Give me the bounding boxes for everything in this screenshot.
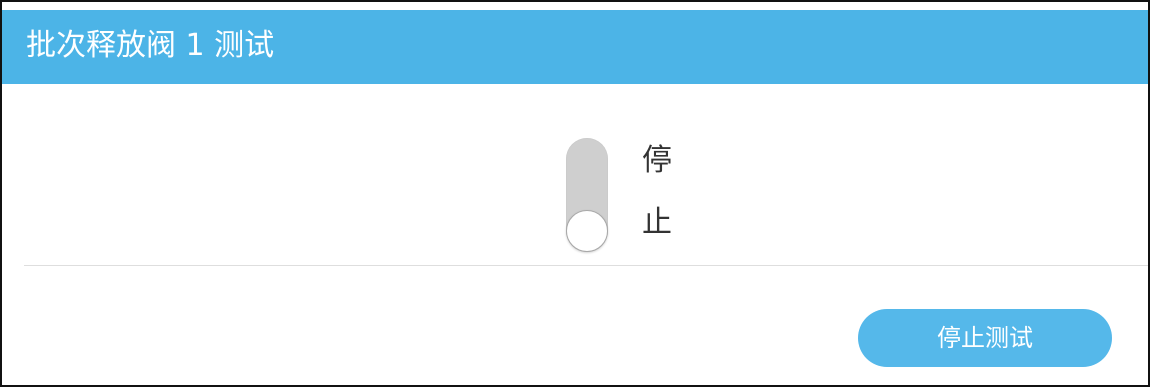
dialog-title: 批次释放阀 1 测试 — [26, 28, 275, 63]
toggle-knob[interactable] — [566, 210, 608, 252]
test-dialog: 批次释放阀 1 测试 停止 停止测试 — [0, 0, 1150, 387]
dialog-title-bar: 批次释放阀 1 测试 — [2, 10, 1148, 84]
section-divider — [24, 265, 1148, 266]
stop-test-button[interactable]: 停止测试 — [858, 309, 1112, 367]
toggle-status-label: 停止 — [642, 143, 672, 240]
valve-test-toggle[interactable] — [566, 138, 608, 252]
